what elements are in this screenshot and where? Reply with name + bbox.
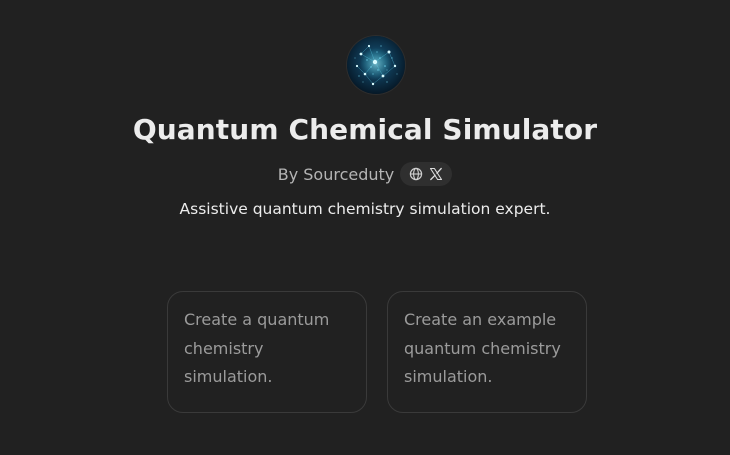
- x-logo-icon[interactable]: [428, 166, 444, 182]
- social-links: [400, 162, 453, 186]
- conversation-starter-2[interactable]: Create an example quantum chemistry simu…: [387, 291, 587, 413]
- conversation-starter-1[interactable]: Create a quantum chemistry simulation.: [167, 291, 367, 413]
- gpt-description: Assistive quantum chemistry simulation e…: [179, 200, 551, 218]
- gpt-title: Quantum Chemical Simulator: [132, 113, 598, 146]
- globe-icon[interactable]: [408, 166, 424, 182]
- gpt-avatar: [347, 36, 405, 94]
- author-label: By Sourceduty: [277, 164, 395, 184]
- gpt-landing-page: Quantum Chemical Simulator By Sourceduty…: [0, 0, 730, 455]
- gpt-byline: By Sourceduty: [0, 162, 730, 186]
- quantum-particles-avatar-icon: [347, 36, 405, 94]
